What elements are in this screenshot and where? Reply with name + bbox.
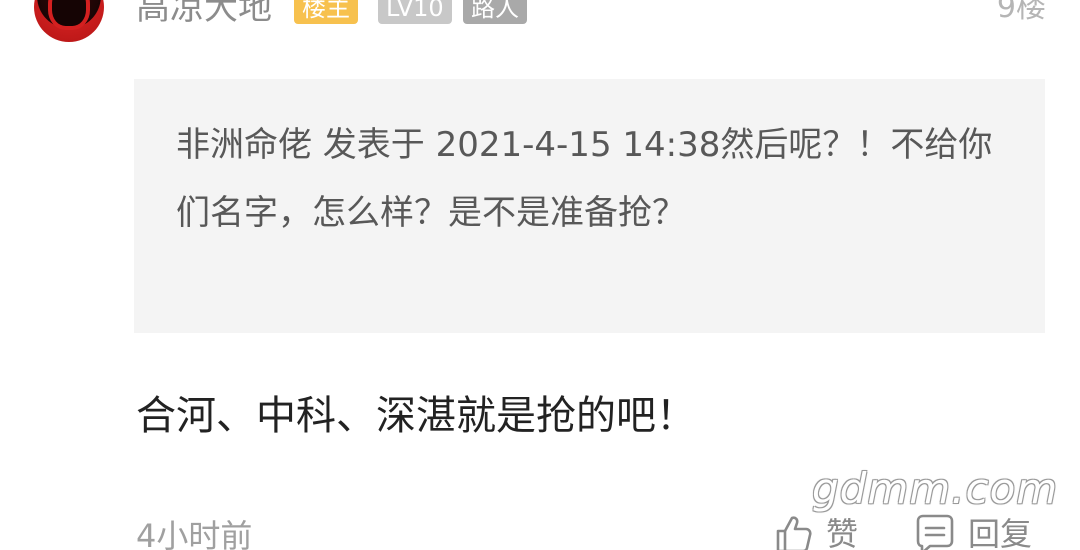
reply-label: 回复 [968,515,1033,550]
quote-text: 非洲命佬 发表于 2021-4-15 14:38然后呢？！不给你们名字，怎么样？… [176,125,993,233]
like-label: 赞 [826,515,859,550]
reply-button[interactable]: 回复 [914,512,1032,550]
comment-icon [916,514,954,550]
thumbs-up-icon [776,516,812,550]
like-button[interactable]: 赞 [772,512,858,550]
post-page: 高凉大地 楼主 LV10 路人 9楼 非洲命佬 发表于 2021-4-15 14… [0,0,1080,550]
quote-block[interactable]: 非洲命佬 发表于 2021-4-15 14:38然后呢？！不给你们名字，怎么样？… [134,79,1045,333]
post-time: 4小时前 [136,517,253,550]
post-content: 合河、中科、深湛就是抢的吧！ [136,393,696,439]
level-badge: LV10 [378,0,452,24]
avatar[interactable] [34,0,104,42]
title-badge: 路人 [463,0,527,24]
author-name[interactable]: 高凉大地 [136,0,272,30]
floor-number: 9楼 [996,0,1046,25]
avatar-portrait [52,0,86,26]
owner-badge: 楼主 [294,0,358,24]
watermark: gdmm.com [812,464,1059,513]
